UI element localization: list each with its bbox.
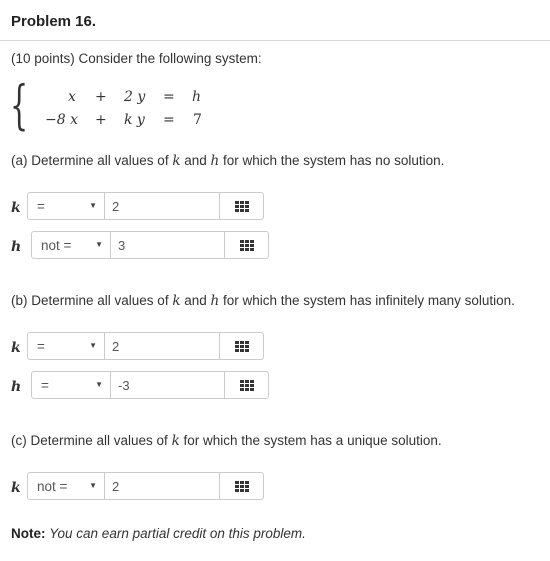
part-b-h-value-input[interactable]: -3 [111, 371, 225, 399]
note-label: Note: [11, 526, 46, 541]
eq2-equals: = [163, 112, 175, 128]
part-a-prompt: (a) Determine all values of k and h for … [11, 153, 445, 169]
caret-down-icon: ▼ [89, 201, 97, 210]
eq1-plus: + [95, 89, 107, 105]
eq1-rhs: h [192, 89, 202, 105]
part-c-k-relation-select[interactable]: not = ▼ [27, 472, 105, 500]
part-a-h-value-input[interactable]: 3 [111, 231, 225, 259]
eq1-term-x: x [68, 89, 76, 105]
part-b-h-equation-editor-button[interactable] [225, 371, 269, 399]
part-a-k-label: k [11, 200, 21, 216]
part-c-k-equation-editor-button[interactable] [220, 472, 264, 500]
part-a-k-equation-editor-button[interactable] [220, 192, 264, 220]
part-c-k-value-input[interactable]: 2 [105, 472, 220, 500]
partial-credit-note: Note: You can earn partial credit on thi… [11, 526, 306, 541]
part-a-h-relation-select[interactable]: not = ▼ [31, 231, 111, 259]
eq2-term-x: −8 x [45, 112, 78, 128]
part-b-k-label: k [11, 340, 21, 356]
part-b-prompt: (b) Determine all values of k and h for … [11, 293, 515, 309]
grid-icon [235, 201, 249, 212]
part-a-h-label: h [11, 239, 22, 255]
part-a-k-relation-select[interactable]: = ▼ [27, 192, 105, 220]
grid-icon [235, 481, 249, 492]
equation-system: x + 2 y = h −8 x + k y = 7 [0, 0, 550, 140]
part-c-prompt: (c) Determine all values of k for which … [11, 433, 442, 449]
part-c-k-label: k [11, 480, 21, 496]
caret-down-icon: ▼ [89, 341, 97, 350]
part-b-k-equation-editor-button[interactable] [220, 332, 264, 360]
caret-down-icon: ▼ [89, 481, 97, 490]
grid-icon [235, 341, 249, 352]
eq1-term-y: 2 y [124, 89, 146, 105]
grid-icon [240, 240, 254, 251]
part-a-h-equation-editor-button[interactable] [225, 231, 269, 259]
part-b-k-value-input[interactable]: 2 [105, 332, 220, 360]
part-b-h-label: h [11, 379, 22, 395]
part-b-k-relation-select[interactable]: = ▼ [27, 332, 105, 360]
caret-down-icon: ▼ [95, 240, 103, 249]
note-text: You can earn partial credit on this prob… [49, 526, 306, 541]
part-a-k-value-input[interactable]: 2 [105, 192, 220, 220]
caret-down-icon: ▼ [95, 380, 103, 389]
eq1-equals: = [163, 89, 175, 105]
eq2-term-y: k y [124, 112, 145, 128]
grid-icon [240, 380, 254, 391]
eq2-plus: + [95, 112, 107, 128]
eq2-rhs: 7 [193, 112, 202, 128]
part-b-h-relation-select[interactable]: = ▼ [31, 371, 111, 399]
